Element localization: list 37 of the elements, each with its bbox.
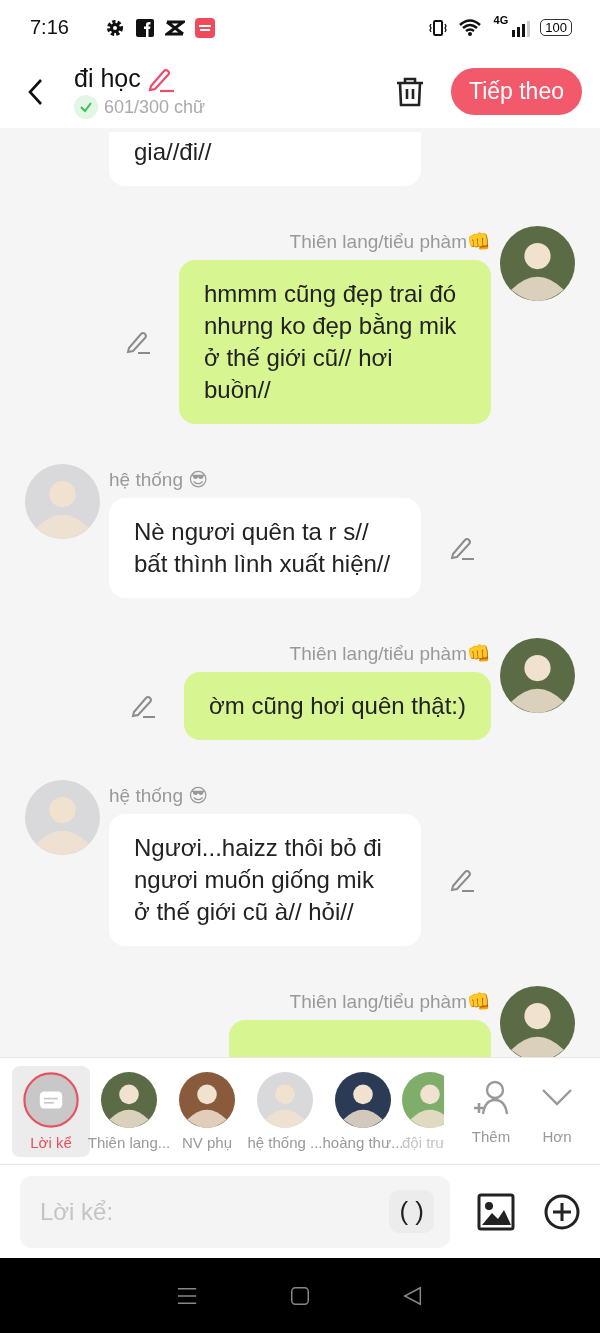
edit-icon[interactable]: [130, 693, 157, 719]
facebook-icon: [134, 17, 155, 38]
speaker-name: Thiên lang/tiểu phàm👊: [289, 990, 491, 1014]
message-bubble[interactable]: ờm cũng hơi quên thật:): [184, 672, 491, 740]
app-icon: [194, 17, 215, 38]
message-bubble[interactable]: Nè ngươi quên ta r s// bất thình lình xuất hiện//: [109, 498, 421, 598]
speaker-name: Thiên lang/tiểu phàm👊: [289, 230, 491, 254]
message-bubble[interactable]: hmmm cũng đẹp trai đó nhưng ko đẹp bằng mik ở thế giới cũ// hơi buồn//: [179, 260, 491, 424]
speaker-name: Thiên lang/tiểu phàm👊: [289, 642, 491, 666]
message-bubble[interactable]: gia//đi//: [109, 132, 421, 186]
home-icon[interactable]: [289, 1284, 311, 1307]
battery-level: 100: [540, 19, 572, 36]
vibrate-icon: [427, 17, 448, 38]
character-tab[interactable]: NV phụ: [168, 1065, 246, 1157]
next-button[interactable]: Tiếp theo: [450, 68, 582, 115]
character-tab[interactable]: đội trư: [402, 1065, 444, 1157]
character-tab[interactable]: hệ thống ...: [246, 1065, 324, 1157]
status-time: 7:16: [30, 16, 69, 39]
network-label: 4G: [493, 14, 509, 26]
image-icon[interactable]: [476, 1191, 516, 1232]
character-tab[interactable]: Thiên lang...: [90, 1065, 168, 1157]
bracket-button[interactable]: ( ): [389, 1190, 434, 1233]
speaker-name: hệ thống 😎: [109, 784, 210, 808]
character-tab[interactable]: hoàng thư...: [324, 1065, 402, 1157]
story-title: đi học: [74, 64, 141, 93]
edit-icon[interactable]: [449, 867, 475, 893]
word-count: 601/300 chữ: [104, 96, 206, 118]
speaker-name: hệ thống 😎: [109, 468, 210, 492]
add-character-button[interactable]: Thêm: [458, 1076, 524, 1146]
check-icon: [74, 95, 98, 119]
settings-icon: [104, 17, 125, 38]
trash-icon[interactable]: [394, 75, 425, 108]
more-button[interactable]: Hơn: [524, 1076, 590, 1146]
edit-icon[interactable]: [125, 329, 151, 355]
message-bubble[interactable]: Ngươi...haizz thôi bỏ đi ngươi muốn giống mik ở thế giới cũ à// hỏi//: [109, 814, 421, 946]
edit-icon[interactable]: [449, 535, 475, 561]
narrator-tab[interactable]: Lời kể: [12, 1065, 90, 1157]
